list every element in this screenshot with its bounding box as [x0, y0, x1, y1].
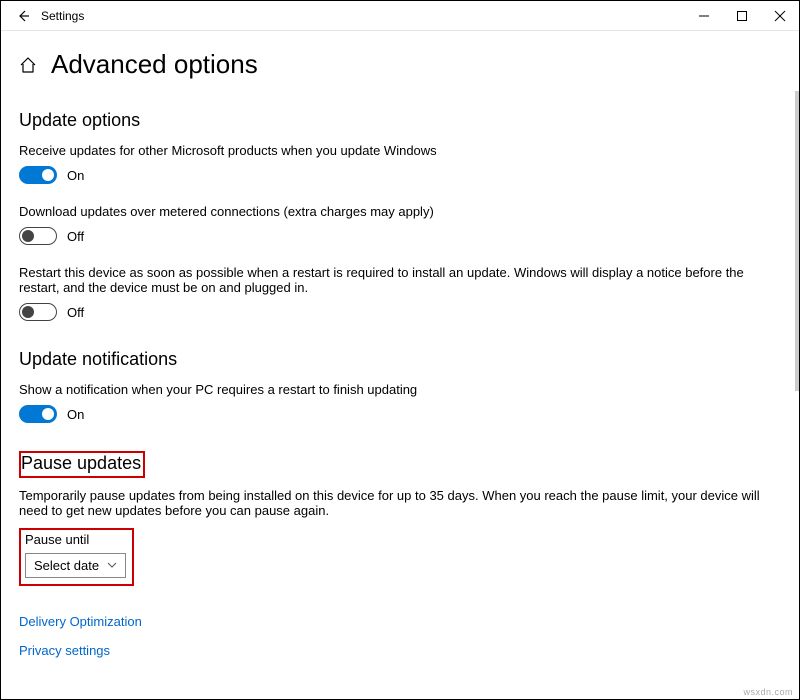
- close-button[interactable]: [761, 1, 799, 31]
- privacy-settings-link[interactable]: Privacy settings: [19, 643, 779, 658]
- update-options-section: Update options Receive updates for other…: [19, 110, 779, 321]
- metered-toggle[interactable]: [19, 227, 57, 245]
- pause-until-label: Pause until: [25, 532, 126, 547]
- receive-ms-label: Receive updates for other Microsoft prod…: [19, 143, 779, 158]
- pause-until-highlight: Pause until Select date: [19, 528, 134, 586]
- window-title: Settings: [41, 9, 84, 23]
- page-title: Advanced options: [51, 49, 258, 80]
- watermark: wsxdn.com: [743, 687, 793, 697]
- pause-updates-section: Pause updates Temporarily pause updates …: [19, 451, 779, 586]
- restart-label: Restart this device as soon as possible …: [19, 265, 779, 295]
- notify-toggle[interactable]: [19, 405, 57, 423]
- metered-label: Download updates over metered connection…: [19, 204, 779, 219]
- notify-label: Show a notification when your PC require…: [19, 382, 779, 397]
- chevron-down-icon: [107, 560, 117, 571]
- maximize-button[interactable]: [723, 1, 761, 31]
- scrollbar-thumb[interactable]: [795, 91, 799, 391]
- pause-updates-heading: Pause updates: [21, 453, 141, 474]
- content-area: Advanced options Update options Receive …: [1, 31, 799, 658]
- select-date-text: Select date: [34, 558, 99, 573]
- select-date-dropdown[interactable]: Select date: [25, 553, 126, 578]
- update-options-heading: Update options: [19, 110, 779, 131]
- title-bar: Settings: [1, 1, 799, 31]
- pause-updates-description: Temporarily pause updates from being ins…: [19, 488, 779, 518]
- update-notifications-section: Update notifications Show a notification…: [19, 349, 779, 423]
- metered-state: Off: [67, 229, 84, 244]
- back-button[interactable]: [15, 8, 31, 24]
- delivery-optimization-link[interactable]: Delivery Optimization: [19, 614, 142, 629]
- receive-ms-state: On: [67, 168, 84, 183]
- update-notifications-heading: Update notifications: [19, 349, 779, 370]
- notify-state: On: [67, 407, 84, 422]
- minimize-button[interactable]: [685, 1, 723, 31]
- restart-state: Off: [67, 305, 84, 320]
- home-icon[interactable]: [19, 56, 37, 74]
- restart-toggle[interactable]: [19, 303, 57, 321]
- pause-updates-highlight: Pause updates: [19, 451, 145, 478]
- receive-ms-toggle[interactable]: [19, 166, 57, 184]
- scrollbar[interactable]: [795, 91, 799, 651]
